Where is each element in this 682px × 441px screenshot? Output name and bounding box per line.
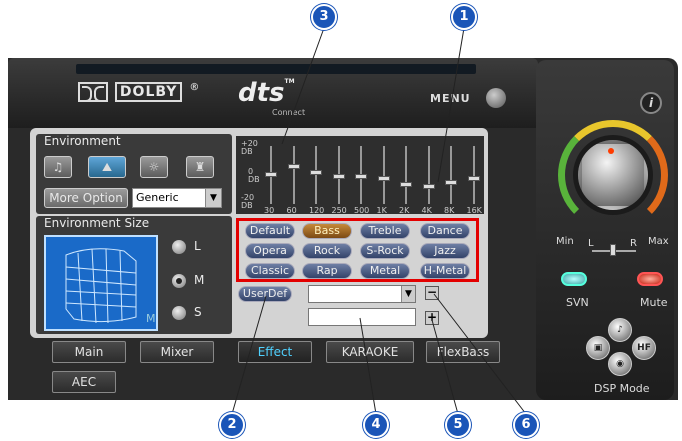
app-window: DOLBY ® dtsTM Connect MENU i Environment… <box>0 0 682 441</box>
callout-4: 4 <box>363 412 389 438</box>
callout-3: 3 <box>311 4 337 30</box>
callout-1: 1 <box>451 4 477 30</box>
callout-lines <box>231 27 527 415</box>
callout-2: 2 <box>219 412 245 438</box>
callout-6: 6 <box>513 412 539 438</box>
callout-5: 5 <box>445 412 471 438</box>
